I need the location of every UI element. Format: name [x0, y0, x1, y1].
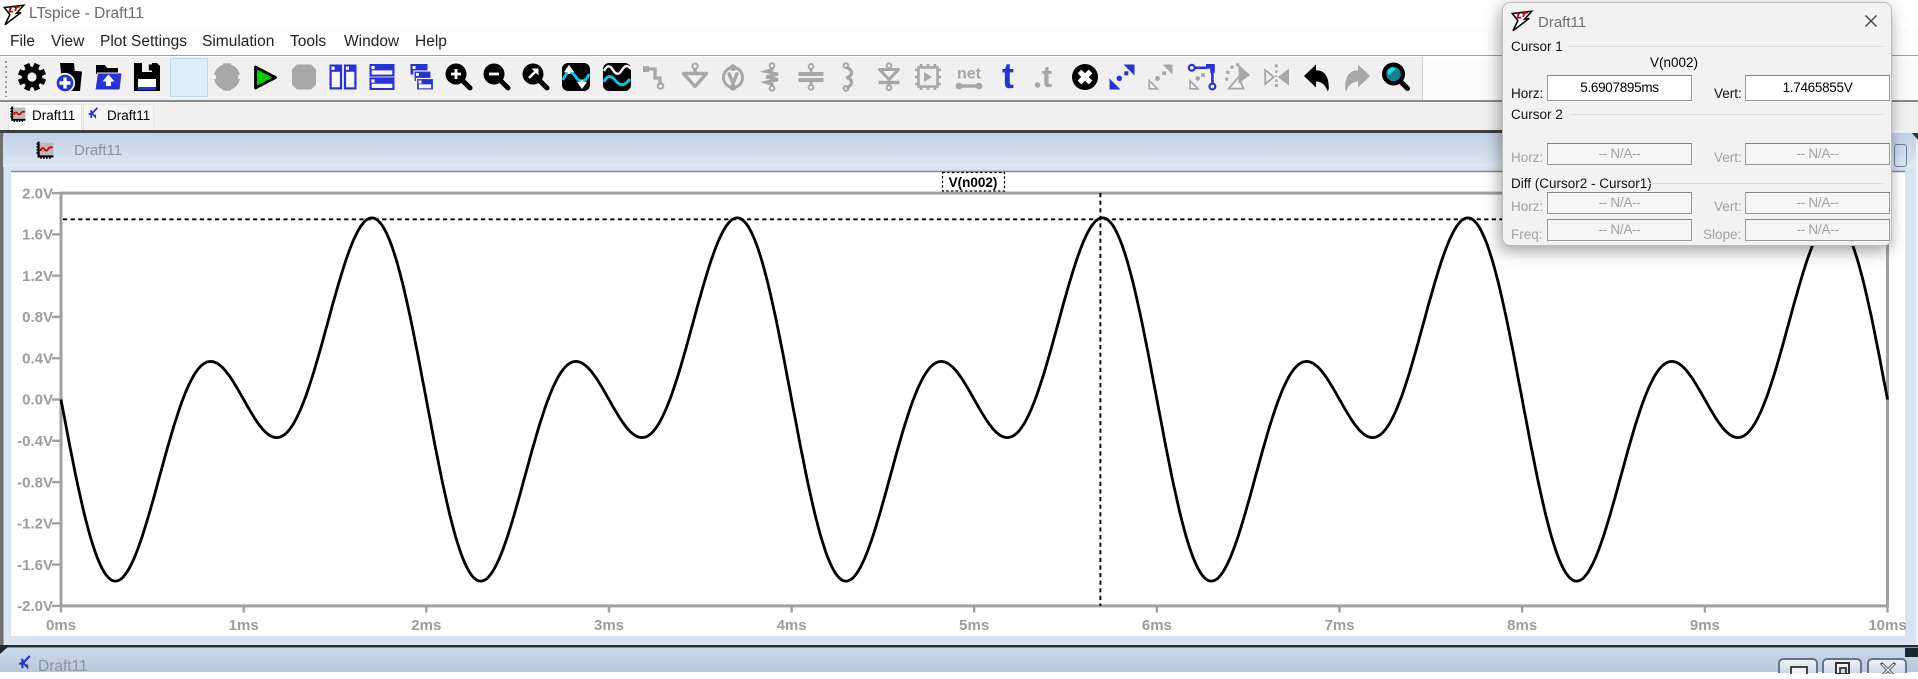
svg-text:-1.2V: -1.2V: [17, 516, 53, 533]
svg-text:1.2V: 1.2V: [22, 268, 53, 285]
svg-text:V(n002): V(n002): [949, 175, 998, 190]
svg-text:0ms: 0ms: [46, 617, 76, 634]
svg-text:1ms: 1ms: [229, 617, 259, 634]
svg-text:0.8V: 0.8V: [22, 309, 53, 326]
svg-text:-0.4V: -0.4V: [17, 433, 53, 450]
svg-text:1.6V: 1.6V: [22, 227, 53, 244]
svg-text:2ms: 2ms: [411, 617, 441, 634]
svg-text:6ms: 6ms: [1142, 617, 1172, 634]
svg-text:-1.6V: -1.6V: [17, 557, 53, 574]
svg-text:10ms: 10ms: [1868, 617, 1906, 634]
svg-text:-2.0V: -2.0V: [17, 598, 53, 615]
svg-text:3ms: 3ms: [594, 617, 624, 634]
svg-text:7ms: 7ms: [1324, 617, 1354, 634]
svg-text:9ms: 9ms: [1690, 617, 1720, 634]
svg-text:t: t: [1042, 62, 1052, 92]
svg-text:-0.8V: -0.8V: [17, 474, 53, 491]
svg-text:5ms: 5ms: [959, 617, 989, 634]
svg-text:8ms: 8ms: [1507, 617, 1537, 634]
svg-text:0.4V: 0.4V: [22, 350, 53, 367]
svg-text:4ms: 4ms: [777, 617, 807, 634]
svg-text:net: net: [957, 66, 982, 83]
svg-text:2.0V: 2.0V: [22, 185, 53, 202]
svg-text:0.0V: 0.0V: [22, 392, 53, 409]
svg-text:t: t: [1002, 62, 1014, 92]
